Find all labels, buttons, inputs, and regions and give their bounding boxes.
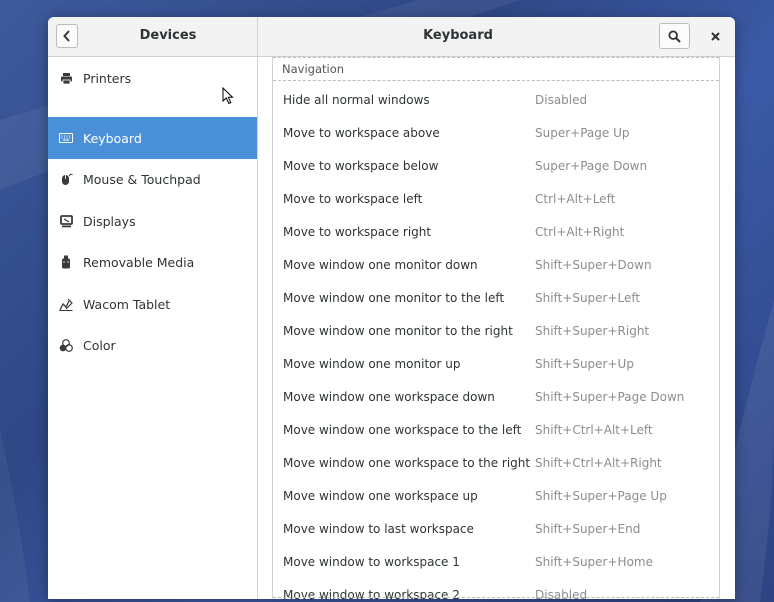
sidebar-item-wacom-tablet[interactable]: Wacom Tablet xyxy=(48,283,257,325)
shortcut-accelerator: Disabled xyxy=(535,92,588,107)
shortcut-name: Move window to workspace 1 xyxy=(283,554,460,569)
shortcut-accelerator: Shift+Ctrl+Alt+Right xyxy=(535,455,662,470)
sidebar-item-label: Displays xyxy=(83,213,136,229)
shortcut-row[interactable]: Move window one monitor down Shift+Super… xyxy=(273,248,719,281)
sidebar-item-removable-media[interactable]: Removable Media xyxy=(48,241,257,283)
shortcut-name: Move window to last workspace xyxy=(283,521,474,536)
shortcut-name: Move window one workspace to the right xyxy=(283,455,531,470)
shortcuts-panel: Navigation Hide all normal windows Disab… xyxy=(258,57,735,599)
search-button[interactable] xyxy=(659,23,690,49)
chevron-left-icon xyxy=(63,30,70,42)
shortcut-name: Move to workspace above xyxy=(283,125,440,140)
shortcut-row[interactable]: Move window one monitor up Shift+Super+U… xyxy=(273,347,719,380)
shortcut-name: Move window one workspace up xyxy=(283,488,478,503)
sidebar-item-label: Mouse & Touchpad xyxy=(83,171,201,187)
sidebar-item-label: Printers xyxy=(83,70,132,86)
tablet-icon xyxy=(59,297,73,311)
shortcut-row[interactable]: Hide all normal windows Disabled xyxy=(273,83,719,116)
shortcut-row[interactable]: Move to workspace left Ctrl+Alt+Left xyxy=(273,182,719,215)
shortcut-name: Move window one monitor to the right xyxy=(283,323,513,338)
shortcut-name: Move window one workspace to the left xyxy=(283,422,522,437)
shortcut-name: Move to workspace left xyxy=(283,191,423,206)
shortcuts-list: Navigation Hide all normal windows Disab… xyxy=(272,57,720,599)
sidebar-item-displays[interactable]: Displays xyxy=(48,200,257,242)
shortcut-row[interactable]: Move window one workspace to the right S… xyxy=(273,446,719,479)
color-icon xyxy=(59,338,73,352)
back-button[interactable] xyxy=(56,24,78,48)
sidebar-item-label: Wacom Tablet xyxy=(83,296,171,312)
shortcut-row[interactable]: Move window one monitor to the left Shif… xyxy=(273,281,719,314)
shortcut-name: Move window one monitor to the left xyxy=(283,290,505,305)
page-title: Keyboard xyxy=(423,28,493,43)
shortcut-name: Move to workspace right xyxy=(283,224,432,239)
section-header: Navigation xyxy=(273,57,719,81)
shortcut-row[interactable]: Move window to workspace 1 Shift+Super+H… xyxy=(273,545,719,578)
sidebar-item-label: Color xyxy=(83,337,116,353)
sidebar-item-mouse-touchpad[interactable]: Mouse & Touchpad xyxy=(48,158,257,200)
close-icon xyxy=(710,31,720,41)
shortcut-row[interactable]: Move window to last workspace Shift+Supe… xyxy=(273,512,719,545)
mouse-pointer-icon xyxy=(222,87,234,105)
shortcut-accelerator: Shift+Super+End xyxy=(535,521,641,536)
shortcut-row[interactable]: Move window one workspace up Shift+Super… xyxy=(273,479,719,512)
panel-group-title: Devices xyxy=(139,28,197,43)
shortcut-name: Move to workspace below xyxy=(283,158,439,173)
shortcut-row[interactable]: Move window one monitor to the right Shi… xyxy=(273,314,719,347)
shortcut-accelerator: Ctrl+Alt+Left xyxy=(535,191,616,206)
sidebar-item-label: Removable Media xyxy=(83,254,195,270)
removable-media-icon xyxy=(59,255,73,269)
shortcut-accelerator: Super+Page Up xyxy=(535,125,630,140)
shortcut-accelerator: Shift+Super+Page Down xyxy=(535,389,685,404)
shortcut-row[interactable]: Move to workspace above Super+Page Up xyxy=(273,116,719,149)
shortcut-row[interactable]: Move to workspace below Super+Page Down xyxy=(273,149,719,182)
shortcut-accelerator: Shift+Ctrl+Alt+Left xyxy=(535,422,653,437)
shortcut-accelerator: Shift+Super+Left xyxy=(535,290,641,305)
mouse-icon xyxy=(59,172,73,186)
sidebar-item-label: Keyboard xyxy=(83,130,142,146)
shortcut-accelerator: Shift+Super+Right xyxy=(535,323,650,338)
list-bottom-divider xyxy=(273,597,719,598)
sidebar: Printers Keyboard Mouse & Touchpad Displ… xyxy=(48,57,258,599)
shortcut-name: Move window one monitor up xyxy=(283,356,461,371)
shortcut-row[interactable]: Move to workspace right Ctrl+Alt+Right xyxy=(273,215,719,248)
shortcut-row[interactable]: Move window one workspace down Shift+Sup… xyxy=(273,380,719,413)
shortcut-name: Move window one monitor down xyxy=(283,257,478,272)
shortcut-row[interactable]: Move window to workspace 2 Disabled xyxy=(273,578,719,600)
shortcut-row[interactable]: Move window one workspace to the left Sh… xyxy=(273,413,719,446)
search-icon xyxy=(668,29,681,43)
display-icon xyxy=(59,214,73,228)
shortcut-accelerator: Ctrl+Alt+Right xyxy=(535,224,625,239)
settings-window: Devices Keyboard Printers Keyboard Mouse… xyxy=(48,17,735,599)
shortcut-accelerator: Shift+Super+Down xyxy=(535,257,652,272)
shortcut-accelerator: Shift+Super+Page Up xyxy=(535,488,667,503)
close-button[interactable] xyxy=(705,26,725,46)
sidebar-item-color[interactable]: Color xyxy=(48,324,257,366)
printer-icon xyxy=(59,71,73,85)
shortcut-accelerator: Super+Page Down xyxy=(535,158,648,173)
sidebar-item-keyboard[interactable]: Keyboard xyxy=(48,117,257,159)
shortcut-name: Hide all normal windows xyxy=(283,92,430,107)
shortcut-name: Move window one workspace down xyxy=(283,389,495,404)
keyboard-icon xyxy=(59,131,73,145)
header-bar: Devices Keyboard xyxy=(48,17,735,57)
shortcut-accelerator: Shift+Super+Up xyxy=(535,356,634,371)
shortcut-accelerator: Shift+Super+Home xyxy=(535,554,653,569)
